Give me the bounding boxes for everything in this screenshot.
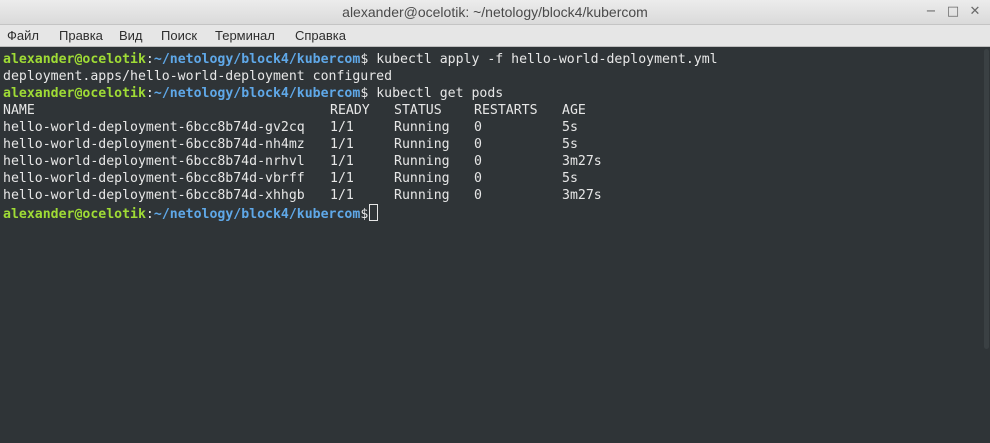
output-line: deployment.apps/hello-world-deployment c… <box>3 69 393 84</box>
table-row: hello-world-deployment-6bcc8b74d-vbrff 1… <box>3 170 703 187</box>
table-row: hello-world-deployment-6bcc8b74d-xhhgb 1… <box>3 187 703 204</box>
pod-name: hello-world-deployment-6bcc8b74d-nrhvl <box>3 154 305 169</box>
prompt-separator: : <box>145 52 154 67</box>
pod-ready: 1/1 <box>330 171 354 186</box>
pod-restarts: 0 <box>474 154 482 169</box>
pod-status: Running <box>394 154 450 169</box>
prompt-separator: : <box>145 86 154 101</box>
window-title: alexander@ocelotik: ~/netology/block4/ku… <box>342 4 648 20</box>
command-line: alexander@ocelotik:~/netology/block4/kub… <box>3 85 503 102</box>
table-row: hello-world-deployment-6bcc8b74d-nrhvl 1… <box>3 153 703 170</box>
command-text: kubectl apply -f hello-world-deployment.… <box>368 52 718 67</box>
prompt-path: ~/netology/block4/kubercom <box>153 207 361 222</box>
pod-ready: 1/1 <box>330 120 354 135</box>
pod-ready: 1/1 <box>330 137 354 152</box>
pod-age: 5s <box>562 120 578 135</box>
pod-ready: 1/1 <box>330 188 354 203</box>
scrollbar-thumb[interactable] <box>984 49 989 349</box>
menu-search[interactable]: Поиск <box>161 28 197 43</box>
pod-restarts: 0 <box>474 120 482 135</box>
terminal-output[interactable]: alexander@ocelotik:~/netology/block4/kub… <box>0 47 990 443</box>
scrollbar[interactable] <box>982 47 990 443</box>
prompt-path: ~/netology/block4/kubercom <box>153 52 361 67</box>
table-header: NAME READY STATUS RESTARTS AGE <box>3 102 703 119</box>
close-icon[interactable]: ✕ <box>965 2 985 22</box>
column-header: AGE <box>562 103 586 118</box>
pod-name: hello-world-deployment-6bcc8b74d-gv2cq <box>3 120 305 135</box>
pod-name: hello-world-deployment-6bcc8b74d-vbrff <box>3 171 305 186</box>
pod-ready: 1/1 <box>330 154 354 169</box>
pod-age: 5s <box>562 171 578 186</box>
prompt-user-host: alexander@ocelotik <box>3 86 146 101</box>
pod-restarts: 0 <box>474 188 482 203</box>
command-text: kubectl get pods <box>368 86 504 101</box>
column-header: RESTARTS <box>474 103 538 118</box>
pod-status: Running <box>394 188 450 203</box>
menu-bar: Файл Правка Вид Поиск Терминал Справка <box>0 25 990 47</box>
terminal-window: alexander@ocelotik: ~/netology/block4/ku… <box>0 0 990 443</box>
menu-help[interactable]: Справка <box>295 28 346 43</box>
pod-status: Running <box>394 120 450 135</box>
pod-name: hello-world-deployment-6bcc8b74d-xhhgb <box>3 188 305 203</box>
menu-edit[interactable]: Правка <box>59 28 103 43</box>
pod-status: Running <box>394 137 450 152</box>
prompt-separator: : <box>145 207 154 222</box>
column-header: NAME <box>3 103 35 118</box>
pod-age: 3m27s <box>562 188 602 203</box>
menu-file[interactable]: Файл <box>7 28 39 43</box>
command-line: alexander@ocelotik:~/netology/block4/kub… <box>3 204 379 222</box>
pod-age: 5s <box>562 137 578 152</box>
pod-status: Running <box>394 171 450 186</box>
pod-age: 3m27s <box>562 154 602 169</box>
table-row: hello-world-deployment-6bcc8b74d-nh4mz 1… <box>3 136 703 153</box>
pod-name: hello-world-deployment-6bcc8b74d-nh4mz <box>3 137 305 152</box>
menu-terminal[interactable]: Терминал <box>215 28 275 43</box>
prompt-path: ~/netology/block4/kubercom <box>153 86 361 101</box>
prompt-user-host: alexander@ocelotik <box>3 207 146 222</box>
pod-restarts: 0 <box>474 171 482 186</box>
maximize-icon[interactable]: □ <box>943 2 963 22</box>
column-header: READY <box>330 103 370 118</box>
menu-view[interactable]: Вид <box>119 28 143 43</box>
table-row: hello-world-deployment-6bcc8b74d-gv2cq 1… <box>3 119 703 136</box>
prompt-symbol: $ <box>360 207 369 222</box>
title-bar[interactable]: alexander@ocelotik: ~/netology/block4/ku… <box>0 0 990 25</box>
minimize-icon[interactable]: − <box>921 2 941 22</box>
prompt-user-host: alexander@ocelotik <box>3 52 146 67</box>
pod-restarts: 0 <box>474 137 482 152</box>
command-line: alexander@ocelotik:~/netology/block4/kub… <box>3 51 718 68</box>
column-header: STATUS <box>394 103 442 118</box>
text-cursor[interactable] <box>369 204 379 221</box>
